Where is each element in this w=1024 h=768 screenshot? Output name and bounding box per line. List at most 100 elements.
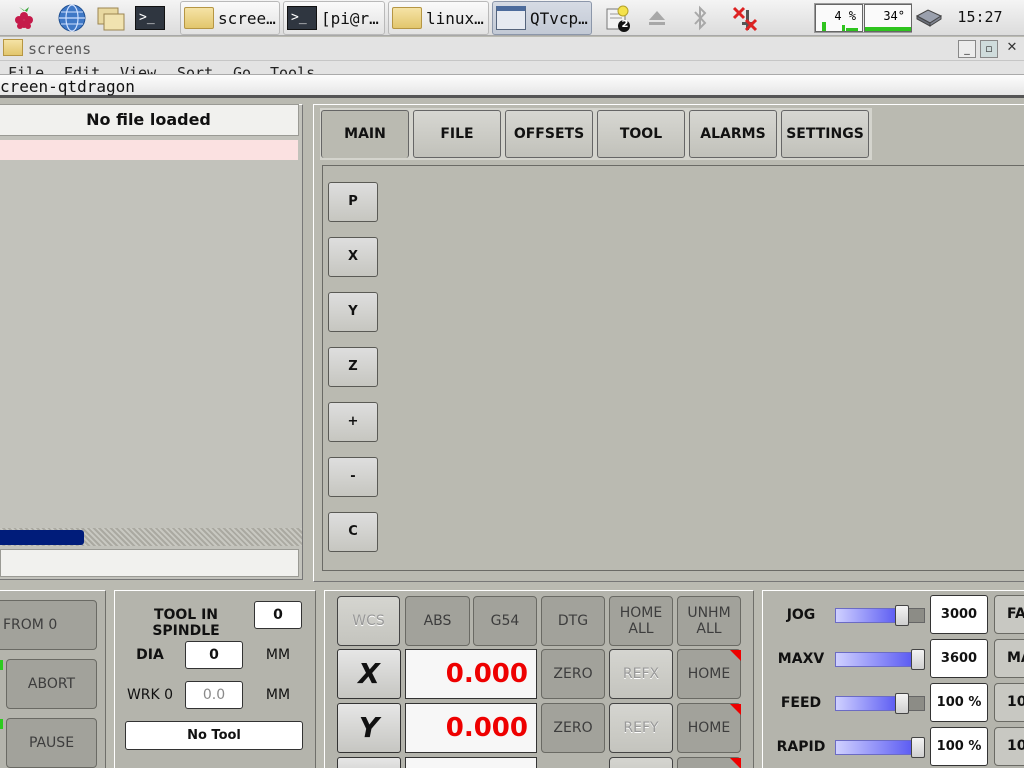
tab-settings[interactable]: SETTINGS bbox=[781, 110, 869, 158]
task-label: [pi@r… bbox=[321, 8, 379, 28]
jog-value-field: 3000 bbox=[930, 595, 988, 634]
maxv-slider-handle[interactable] bbox=[911, 649, 925, 670]
refx-button[interactable]: REFX bbox=[609, 649, 673, 699]
minimize-button[interactable]: _ bbox=[958, 40, 976, 58]
zoom-out-button[interactable]: - bbox=[328, 457, 378, 497]
home-all-line1: HOME bbox=[619, 605, 663, 621]
progress-fill bbox=[0, 530, 84, 545]
raspberry-menu-icon[interactable] bbox=[8, 3, 40, 33]
jog-preset-button[interactable]: FA bbox=[994, 595, 1024, 634]
rapid-slider-fill bbox=[835, 740, 917, 755]
view-y-button[interactable]: Y bbox=[328, 292, 378, 332]
feed-label: FEED bbox=[780, 695, 822, 711]
feed-slider-fill bbox=[835, 696, 901, 711]
pause-led bbox=[0, 719, 3, 729]
notification-count: 2 bbox=[621, 19, 629, 30]
rapid-value-field: 100 % bbox=[930, 727, 988, 766]
dro-z-value bbox=[405, 757, 537, 768]
zoom-in-button[interactable]: + bbox=[328, 402, 378, 442]
jog-slider-handle[interactable] bbox=[895, 605, 909, 626]
unhome-all-line2: ALL bbox=[696, 621, 722, 637]
dro-x-value: 0.000 bbox=[405, 649, 537, 699]
menu-file[interactable]: File bbox=[8, 64, 44, 74]
refz-button[interactable] bbox=[609, 757, 673, 768]
tab-alarms[interactable]: ALARMS bbox=[689, 110, 777, 158]
tab-offsets[interactable]: OFFSETS bbox=[505, 110, 593, 158]
run-from-button[interactable]: FROM 0 bbox=[0, 600, 97, 650]
maximize-button[interactable]: ▫ bbox=[980, 40, 998, 58]
cpu-usage-value: 4 % bbox=[834, 9, 856, 23]
abort-button[interactable]: ABORT bbox=[6, 659, 97, 709]
wrk-label: WRK 0 bbox=[126, 687, 174, 703]
rapid-preset-button[interactable]: 10 bbox=[994, 727, 1024, 766]
menu-go[interactable]: Go bbox=[233, 64, 251, 74]
tab-page-main bbox=[322, 165, 1024, 571]
menu-edit[interactable]: Edit bbox=[64, 64, 100, 74]
task-label: QTvcp… bbox=[530, 8, 588, 28]
menu-tools[interactable]: Tools bbox=[270, 64, 315, 74]
rapid-label: RAPID bbox=[776, 739, 826, 755]
terminal-icon: >_ bbox=[287, 6, 317, 30]
app-title: creen-qtdragon bbox=[0, 77, 135, 96]
terminal-icon[interactable]: >_ bbox=[134, 3, 166, 33]
home-z-indicator bbox=[730, 758, 741, 768]
unhome-all-line1: UNHM bbox=[687, 605, 731, 621]
tab-tool[interactable]: TOOL bbox=[597, 110, 685, 158]
home-x-indicator bbox=[730, 650, 741, 661]
task-screens[interactable]: scree… bbox=[180, 1, 280, 35]
dtg-label: DTG bbox=[541, 596, 605, 646]
view-p-button[interactable]: P bbox=[328, 182, 378, 222]
home-all-line2: ALL bbox=[628, 621, 654, 637]
bluetooth-icon[interactable] bbox=[684, 3, 716, 33]
task-linux[interactable]: linux… bbox=[388, 1, 489, 35]
menu-sort[interactable]: Sort bbox=[177, 64, 213, 74]
clear-button[interactable]: C bbox=[328, 512, 378, 552]
task-label: linux… bbox=[426, 8, 484, 28]
task-terminal[interactable]: >_ [pi@r… bbox=[283, 1, 385, 35]
task-qtvcp[interactable]: QTvcp… bbox=[492, 1, 592, 35]
screen: >_ scree… >_ [pi@r… linux… QTvcp… 2 4 % … bbox=[0, 0, 1024, 768]
axis-x-button[interactable]: X bbox=[337, 649, 401, 699]
file-status: No file loaded bbox=[0, 104, 299, 136]
close-button[interactable]: ✕ bbox=[1003, 40, 1021, 58]
axis-y-button[interactable]: Y bbox=[337, 703, 401, 753]
refy-button[interactable]: REFY bbox=[609, 703, 673, 753]
axis-z-button[interactable] bbox=[337, 757, 401, 768]
folder-icon bbox=[3, 39, 23, 56]
web-browser-icon[interactable] bbox=[56, 3, 88, 33]
clock: 15:27 bbox=[957, 8, 1003, 26]
jog-slider-fill bbox=[835, 608, 901, 623]
wcs-button[interactable]: WCS bbox=[337, 596, 400, 646]
drive-icon[interactable] bbox=[913, 3, 945, 33]
network-disconnected-icon[interactable] bbox=[728, 3, 760, 33]
tab-main[interactable]: MAIN bbox=[321, 110, 409, 158]
tab-file[interactable]: FILE bbox=[413, 110, 501, 158]
menubar: File Edit View Sort Go Tools bbox=[0, 61, 1024, 74]
gcode-current-line[interactable] bbox=[0, 140, 298, 160]
unhome-all-button[interactable]: UNHM ALL bbox=[677, 596, 741, 646]
window-title: screens bbox=[28, 40, 92, 58]
app-titlebar[interactable]: creen-qtdragon bbox=[0, 74, 1024, 98]
zero-y-button[interactable]: ZERO bbox=[541, 703, 605, 753]
folder-icon bbox=[184, 7, 214, 29]
dro-y-value: 0.000 bbox=[405, 703, 537, 753]
file-manager-icon[interactable] bbox=[95, 3, 127, 33]
window-titlebar[interactable]: screens _ ▫ ✕ bbox=[0, 37, 1024, 61]
view-z-button[interactable]: Z bbox=[328, 347, 378, 387]
abort-led bbox=[0, 660, 3, 670]
maxv-preset-button[interactable]: MA bbox=[994, 639, 1024, 678]
rapid-slider-handle[interactable] bbox=[911, 737, 925, 758]
dia-field: 0 bbox=[185, 641, 243, 669]
dia-label: DIA bbox=[136, 647, 164, 663]
temperature-value: 34° bbox=[883, 9, 905, 23]
home-all-button[interactable]: HOME ALL bbox=[609, 596, 673, 646]
notification-icon[interactable]: 2 bbox=[602, 3, 634, 33]
temperature-monitor: 34° bbox=[864, 4, 912, 32]
menu-view[interactable]: View bbox=[120, 64, 156, 74]
view-x-button[interactable]: X bbox=[328, 237, 378, 277]
feed-slider-handle[interactable] bbox=[895, 693, 909, 714]
zero-x-button[interactable]: ZERO bbox=[541, 649, 605, 699]
eject-icon[interactable] bbox=[641, 3, 673, 33]
pause-button[interactable]: PAUSE bbox=[6, 718, 97, 768]
feed-preset-button[interactable]: 10 bbox=[994, 683, 1024, 722]
